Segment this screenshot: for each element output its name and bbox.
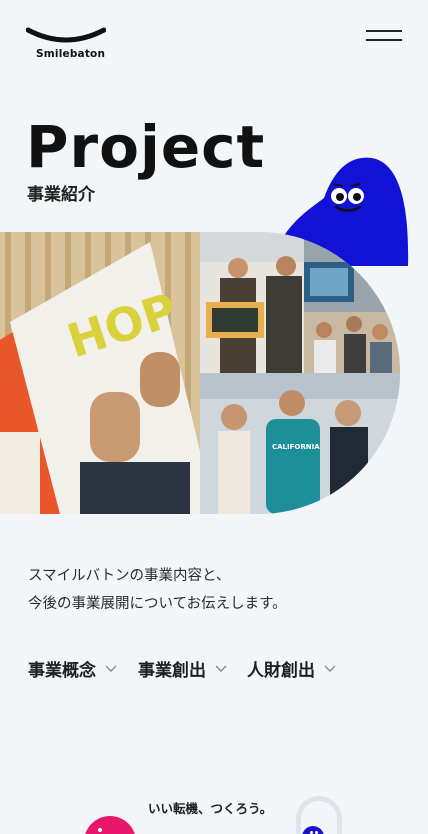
logo-text: Smilebaton [36,48,106,60]
magazine-photo: HOP [0,232,200,514]
site-header: Smilebaton [0,0,428,80]
chevron-down-icon [105,665,117,672]
menu-button[interactable] [364,24,404,48]
intro-text: スマイルバトンの事業内容と、 今後の事業展開についてお伝えします。 [28,562,287,618]
nav-item-label: 人財創出 [247,660,315,681]
chevron-down-icon [324,665,336,672]
project-photo-collage: HOP CALIFORNIA [0,232,400,514]
intro-line-2: 今後の事業展開についてお伝えします。 [28,596,287,612]
pink-mascot-illustration [84,816,136,834]
team-photo-1 [200,232,304,373]
tagline: いい転機、つくろう。 [148,801,273,816]
nav-item-label: 事業概念 [28,660,96,681]
nav-item-concept[interactable]: 事業概念 [28,656,117,681]
hamburger-icon-line-bottom [366,39,402,41]
chevron-down-icon [215,665,227,672]
nav-item-talent[interactable]: 人財創出 [247,656,336,681]
svg-text:CALIFORNIA: CALIFORNIA [272,443,320,451]
hamburger-icon-line-top [366,30,402,32]
page-title: Project [26,113,266,181]
intro-line-1: スマイルバトンの事業内容と、 [28,568,231,584]
page-subtitle: 事業紹介 [27,185,95,205]
smile-logo-icon [26,27,106,43]
team-photo-3: CALIFORNIA [200,373,400,514]
nav-item-business[interactable]: 事業創出 [138,656,227,681]
nav-item-label: 事業創出 [138,660,206,681]
team-photo-2 [304,232,400,373]
site-logo[interactable]: Smilebaton [26,24,106,64]
